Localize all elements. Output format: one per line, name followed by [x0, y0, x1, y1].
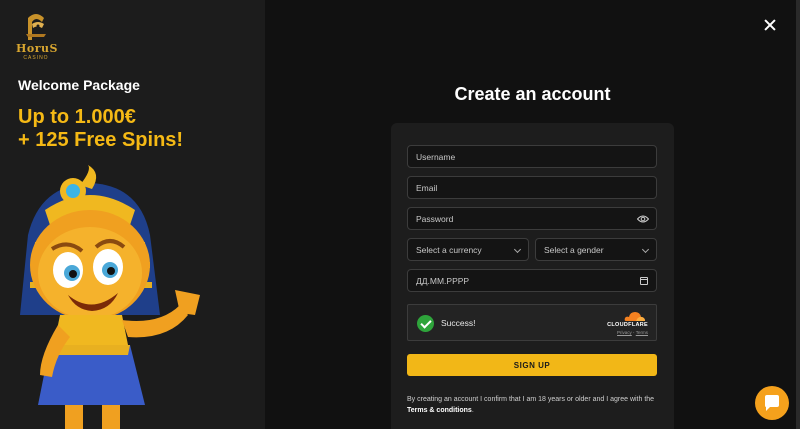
gender-select-value: Select a gender: [544, 244, 604, 255]
signup-panel: Create an account Username Email Passwor…: [265, 0, 800, 429]
password-field[interactable]: Password: [407, 207, 657, 230]
birthdate-field[interactable]: ДД.ММ.РРРР: [407, 269, 657, 292]
cloudflare-captcha[interactable]: Success! CLOUDFLARE Privacy · Terms: [407, 304, 657, 341]
signup-button[interactable]: SIGN UP: [407, 354, 657, 376]
terms-notice: By creating an account I confirm that I …: [407, 394, 662, 416]
link-separator: ·: [633, 330, 635, 335]
currency-select-value: Select a currency: [416, 244, 482, 255]
calendar-icon[interactable]: [640, 277, 648, 285]
chevron-down-icon: [513, 245, 522, 254]
email-field[interactable]: Email: [407, 176, 657, 199]
currency-select[interactable]: Select a currency: [407, 238, 529, 261]
terms-conditions-link[interactable]: Terms & conditions: [407, 407, 472, 414]
close-icon[interactable]: [762, 17, 778, 33]
horus-logo[interactable]: HoruS CASINO: [16, 12, 58, 62]
username-field[interactable]: Username: [407, 145, 657, 168]
cloudflare-wordmark: CLOUDFLARE: [607, 322, 648, 328]
pharaoh-mascot-illustration: [20, 165, 200, 429]
logo-wordmark: HoruS: [16, 42, 58, 55]
chat-icon: [765, 395, 779, 411]
eye-icon[interactable]: [637, 214, 649, 224]
form-title: Create an account: [454, 84, 611, 104]
terms-period: .: [471, 407, 474, 414]
terms-link[interactable]: Terms: [636, 330, 648, 335]
checkmark-icon: [417, 315, 434, 332]
promo-panel: HoruS CASINO Welcome Package Up to 1.000…: [0, 0, 265, 429]
signup-form: Username Email Password Select a currenc…: [391, 123, 674, 429]
promo-offer: Up to 1.000€ + 125 Free Spins!: [18, 106, 183, 152]
welcome-heading: Welcome Package: [18, 77, 140, 93]
birthdate-placeholder: ДД.ММ.РРРР: [416, 275, 470, 286]
privacy-link[interactable]: Privacy: [617, 330, 632, 335]
promo-line-1: Up to 1.000€: [18, 106, 136, 128]
cloudflare-icon: [624, 312, 645, 321]
chat-button[interactable]: [755, 386, 789, 420]
terms-notice-text: By creating an account I confirm that I …: [407, 396, 655, 403]
chevron-down-icon: [641, 245, 650, 254]
password-placeholder: Password: [416, 213, 454, 224]
captcha-status: Success!: [441, 318, 476, 328]
logo-subtitle: CASINO: [23, 55, 49, 61]
cloudflare-links: Privacy · Terms: [617, 330, 648, 335]
promo-line-2: + 125 Free Spins!: [18, 129, 184, 151]
horus-emblem-icon: [26, 14, 46, 40]
scrollbar[interactable]: [796, 0, 800, 429]
gender-select[interactable]: Select a gender: [535, 238, 657, 261]
